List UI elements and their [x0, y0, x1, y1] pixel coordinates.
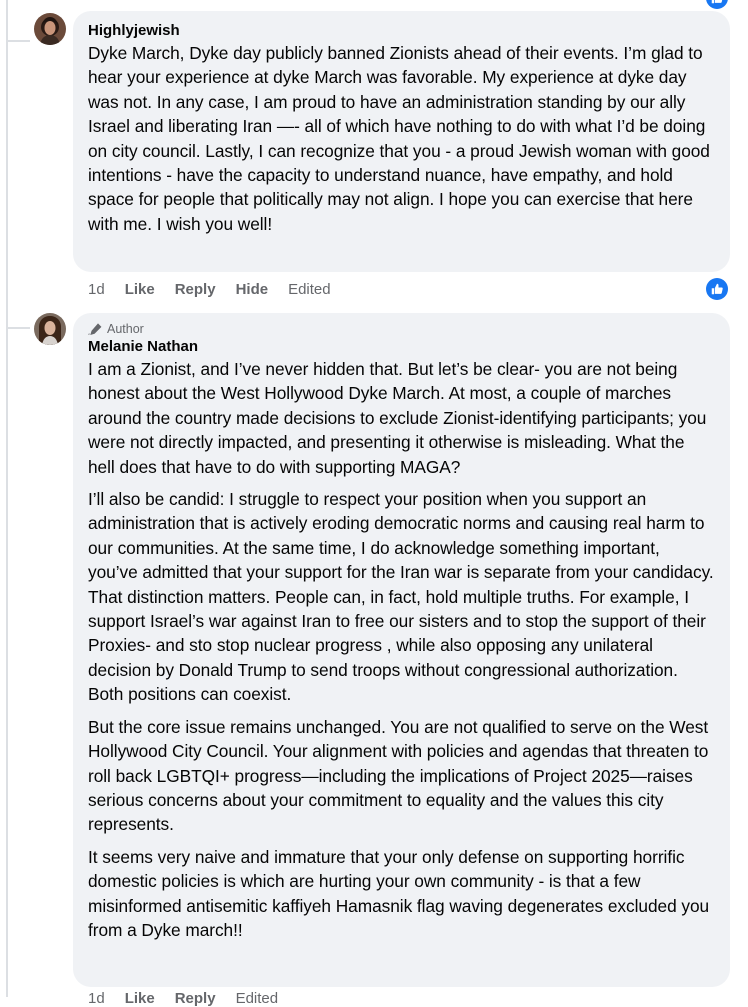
thumbs-up-icon: [711, 283, 723, 295]
edited-label[interactable]: Edited: [288, 281, 331, 298]
reply-button[interactable]: Reply: [175, 990, 216, 1007]
author-badge: Author: [88, 321, 714, 337]
avatar-melanie-nathan[interactable]: [34, 313, 66, 345]
reply-button[interactable]: Reply: [175, 281, 216, 298]
like-reaction-badge[interactable]: [706, 278, 728, 300]
thread-connector: [6, 40, 30, 42]
edited-label[interactable]: Edited: [236, 990, 279, 1007]
comment-timestamp[interactable]: 1d: [88, 990, 105, 1007]
comment-paragraph: It seems very naive and immature that yo…: [88, 845, 714, 943]
comment-paragraph: I’ll also be candid: I struggle to respe…: [88, 487, 714, 707]
comment-timestamp[interactable]: 1d: [88, 281, 105, 298]
comment-bubble: Author Melanie Nathan I am a Zionist, an…: [73, 313, 730, 987]
author-badge-label: Author: [107, 321, 144, 337]
thread-line: [6, 0, 8, 997]
comment-bubble: Highlyjewish Dyke March, Dyke day public…: [73, 11, 730, 272]
comment-paragraph: But the core issue remains unchanged. Yo…: [88, 715, 714, 837]
comment-actions: 1d Like Reply Hide Edited: [88, 281, 331, 298]
comment-author-name[interactable]: Melanie Nathan: [88, 338, 714, 355]
pencil-icon: [88, 323, 102, 335]
comment-text: I am a Zionist, and I’ve never hidden th…: [88, 357, 714, 942]
comment-actions: 1d Like Reply Edited: [88, 990, 278, 1007]
thumbs-up-icon: [711, 0, 723, 4]
comment-author-name[interactable]: Highlyjewish: [88, 22, 714, 39]
comment-paragraph: I am a Zionist, and I’ve never hidden th…: [88, 357, 714, 479]
avatar-highlyjewish[interactable]: [34, 13, 66, 45]
thread-connector: [6, 327, 30, 329]
like-button[interactable]: Like: [125, 281, 155, 298]
like-button[interactable]: Like: [125, 990, 155, 1007]
hide-button[interactable]: Hide: [236, 281, 269, 298]
comment-text: Dyke March, Dyke day publicly banned Zio…: [88, 41, 714, 236]
like-reaction-badge: [706, 0, 728, 9]
